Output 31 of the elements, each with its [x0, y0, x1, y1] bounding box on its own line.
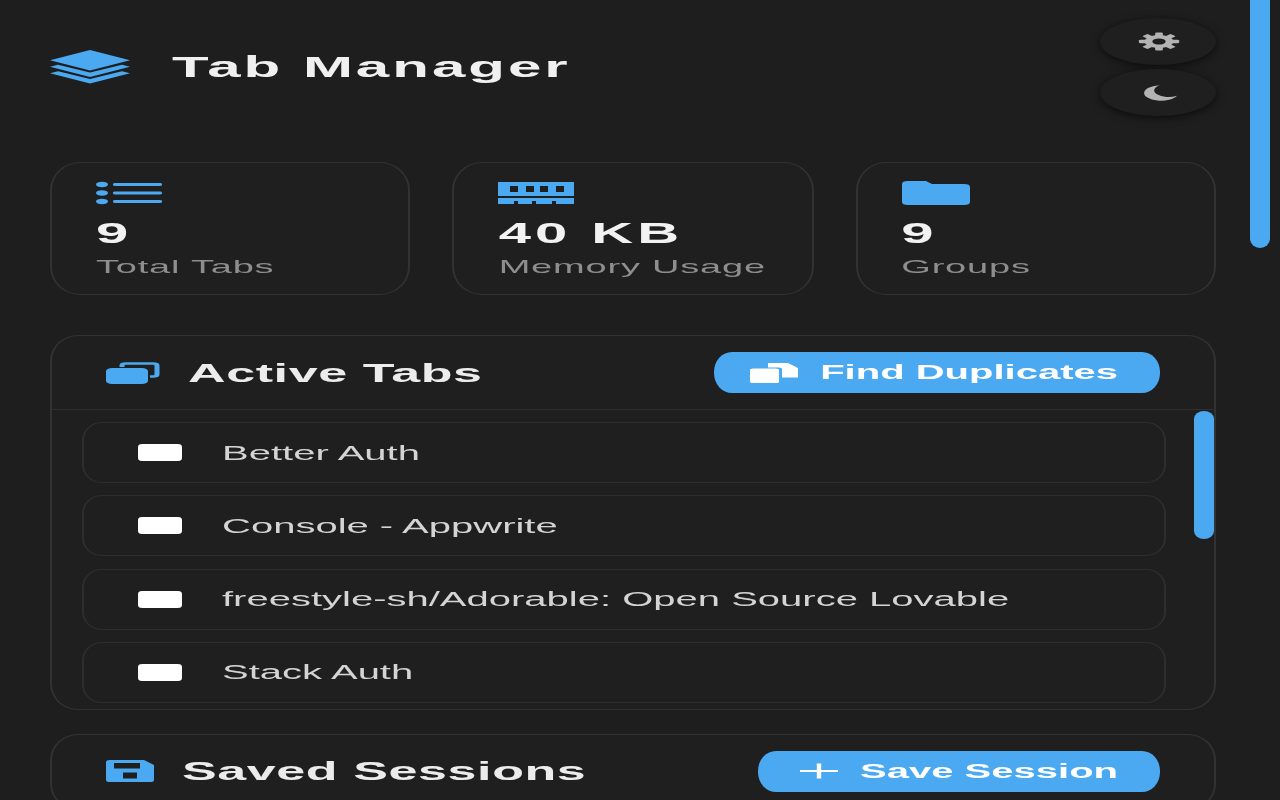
stat-label: Memory Usage: [498, 255, 766, 279]
checkbox[interactable]: [137, 590, 181, 608]
memory-chip-icon: [498, 181, 575, 205]
stat-label: Groups: [901, 255, 1031, 279]
checkbox[interactable]: [137, 517, 181, 535]
layers-icon: [50, 50, 130, 84]
gear-icon: [1137, 32, 1179, 51]
tab-title: freestyle-sh/Adorable: Open Source Lovable: [222, 587, 1010, 613]
copy-icon: [750, 362, 801, 383]
stat-value: 9: [901, 217, 938, 249]
checkbox[interactable]: [137, 663, 181, 681]
checkbox[interactable]: [137, 444, 181, 461]
tab-item[interactable]: freestyle-sh/Adorable: Open Source Lovable: [81, 568, 1166, 630]
list-icon: [96, 181, 162, 205]
tab-item[interactable]: Better Auth: [81, 422, 1166, 483]
tab-title: Console - Appwrite: [222, 513, 558, 539]
stat-value: 40 KB: [498, 217, 684, 249]
scrollbar-thumb[interactable]: [1193, 411, 1214, 539]
panel-title: Saved Sessions: [182, 755, 587, 788]
plus-icon: [800, 763, 839, 780]
tab-item[interactable]: Stack Auth: [81, 641, 1166, 703]
windows-icon: [106, 361, 160, 384]
tab-item[interactable]: Console - Appwrite: [81, 495, 1166, 557]
tab-title: Stack Auth: [222, 660, 414, 686]
folder-icon: [901, 181, 970, 205]
tab-title: Better Auth: [222, 440, 420, 466]
app-title: Tab Manager: [172, 49, 571, 85]
stat-label: Total Tabs: [96, 255, 275, 279]
stat-value: 9: [96, 217, 133, 249]
panel-title: Active Tabs: [188, 356, 483, 389]
scrollbar-thumb[interactable]: [1250, 0, 1270, 248]
